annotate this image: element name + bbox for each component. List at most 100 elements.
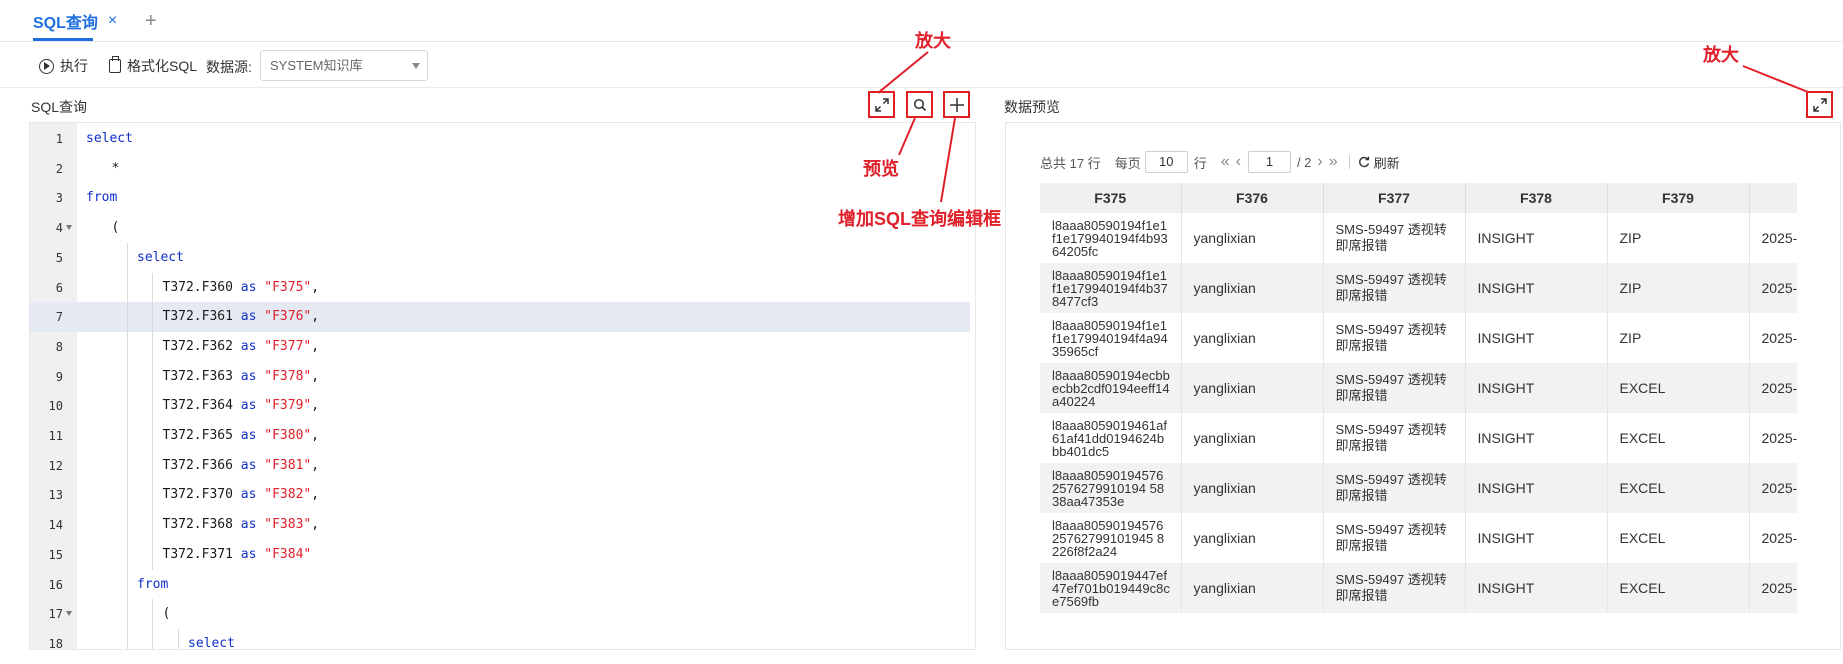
code-text: T372.F371 as "F384" xyxy=(163,540,312,570)
indent-guide xyxy=(126,539,128,570)
table-row[interactable]: l8aaa8059019457625762799101945 8226f8f2a… xyxy=(1040,513,1797,563)
column-header[interactable]: F378 xyxy=(1465,183,1608,213)
sql-editor[interactable]: 1 select 2 * 3 from 4(5 select 6 T372.F360 as "F3… xyxy=(29,122,976,650)
line-number: 9 xyxy=(55,369,63,384)
code-line[interactable]: 14 T372.F368 as "F383", xyxy=(30,510,970,541)
run-button[interactable]: 执行 xyxy=(39,53,88,79)
table-row[interactable]: l8aaa8059019447ef47ef701b019449c8ce7569f… xyxy=(1040,563,1797,613)
code-line[interactable]: 3 from xyxy=(30,183,970,213)
code-line[interactable]: 11 T372.F365 as "F380", xyxy=(30,421,970,451)
indent-guide xyxy=(126,242,128,273)
preview-button[interactable] xyxy=(906,91,933,118)
table-row[interactable]: l8aaa80590194f1e1f1e179940194f4b9364205f… xyxy=(1040,213,1797,263)
tab-sql-query[interactable]: SQL查询 × xyxy=(33,0,117,42)
code-text: from xyxy=(137,570,168,600)
sql-token: T372.F362 xyxy=(162,338,241,354)
sql-string: "F381" xyxy=(264,457,312,473)
code-line[interactable]: 2 * xyxy=(30,154,970,184)
sql-keyword: select xyxy=(86,131,133,146)
table-cell: 2025-09 xyxy=(1749,263,1797,313)
table-cell: INSIGHT xyxy=(1465,513,1608,563)
table-cell: yanglixian xyxy=(1181,263,1324,313)
tab-label[interactable]: SQL查询 xyxy=(33,9,98,33)
table-row[interactable]: l8aaa80590194f1e1f1e179940194f4b378477cf… xyxy=(1040,263,1797,313)
sql-token: T372.F370 xyxy=(162,487,241,503)
table-cell: yanglixian xyxy=(1181,563,1324,613)
code-line[interactable]: 5 select xyxy=(30,242,970,273)
indent-guide xyxy=(152,391,153,422)
indent-guide xyxy=(152,450,153,481)
sql-keyword: as xyxy=(240,457,257,473)
annotation-zoom-left: 放大 xyxy=(915,31,951,51)
datasource-select[interactable]: SYSTEM知识库 xyxy=(260,50,428,81)
code-line[interactable]: 7 T372.F361 as "F376", xyxy=(30,302,970,333)
pagination: 总共 17 行 每页 10 行 « ‹ 1 / 2 › » 刷新 xyxy=(1040,151,1400,173)
fold-arrow-icon[interactable] xyxy=(66,611,72,617)
expand-preview-button[interactable] xyxy=(1806,91,1833,118)
sql-string: "F379" xyxy=(264,398,312,414)
column-header[interactable]: F377 xyxy=(1323,183,1466,213)
chevron-down-icon xyxy=(412,63,420,69)
per-page-input[interactable]: 10 xyxy=(1144,151,1188,173)
code-line[interactable]: 8 T372.F362 as "F377", xyxy=(30,331,970,362)
code-line[interactable]: 18 select xyxy=(30,628,970,649)
clipboard-icon xyxy=(109,56,121,73)
sql-token: T372.F360 xyxy=(162,279,241,295)
code-line[interactable]: 13 T372.F370 as "F382", xyxy=(30,480,970,511)
table-cell: 2025-19 xyxy=(1749,563,1797,613)
sql-token: , xyxy=(311,487,320,503)
code-line[interactable]: 17 ( xyxy=(30,599,970,630)
column-header[interactable]: F xyxy=(1749,183,1797,213)
annotation-preview: 预览 xyxy=(863,159,899,179)
code-line[interactable]: 12 T372.F366 as "F381", xyxy=(30,450,970,481)
code-line[interactable]: 10 T372.F364 as "F379", xyxy=(30,391,970,422)
table-cell: INSIGHT xyxy=(1465,463,1608,513)
table-cell: SMS-59497 透视转即席报错 xyxy=(1323,363,1466,413)
table-cell: SMS-59497 透视转即席报错 xyxy=(1323,313,1466,363)
line-number: 7 xyxy=(55,310,63,325)
table-row[interactable]: l8aaa805901945762576279910194 5838aa4735… xyxy=(1040,463,1797,513)
code-text: T372.F364 as "F379", xyxy=(163,391,320,421)
code-line[interactable]: 6 T372.F360 as "F375", xyxy=(30,272,970,303)
code-line[interactable]: 1 select xyxy=(30,124,970,154)
expand-editor-button[interactable] xyxy=(868,91,895,118)
table-row[interactable]: l8aaa80590194f1e1f1e179940194f4a9435965c… xyxy=(1040,313,1797,363)
code-text: T372.F361 as "F376", xyxy=(163,302,320,332)
search-icon xyxy=(913,98,926,111)
table-cell: l8aaa80590194f1e1f1e179940194f4a9435965c… xyxy=(1040,313,1182,363)
sql-token: , xyxy=(311,457,320,473)
add-editor-button[interactable] xyxy=(943,91,970,118)
line-number: 1 xyxy=(55,132,63,146)
close-icon[interactable]: × xyxy=(108,12,117,30)
code-line[interactable]: 4( xyxy=(30,213,970,243)
indent-guide xyxy=(152,480,153,511)
prev-page-icon[interactable]: ‹ xyxy=(1236,153,1241,171)
refresh-button[interactable]: 刷新 xyxy=(1358,153,1400,172)
annotation-add-editor: 增加SQL查询编辑框 xyxy=(838,209,1002,229)
sql-token: T372.F366 xyxy=(162,457,241,473)
last-page-icon[interactable]: » xyxy=(1329,153,1338,171)
table-cell: INSIGHT xyxy=(1465,413,1608,463)
indent-guide xyxy=(126,331,128,362)
code-text: * xyxy=(112,154,120,184)
table-row[interactable]: l8aaa8059019461af61af41dd0194624bbb401dc… xyxy=(1040,413,1797,463)
table-row[interactable]: l8aaa80590194ecbbecbb2cdf0194eeff14a4022… xyxy=(1040,363,1797,413)
code-line[interactable]: 15 T372.F371 as "F384" xyxy=(30,539,970,570)
sql-keyword: as xyxy=(240,487,257,503)
column-header[interactable]: F379 xyxy=(1607,183,1750,213)
indent-guide xyxy=(152,628,153,649)
code-text: ( xyxy=(163,599,171,629)
sql-string: "F382" xyxy=(264,487,312,503)
table-cell: ZIP xyxy=(1607,213,1750,263)
column-header[interactable]: F376 xyxy=(1181,183,1324,213)
add-tab-icon[interactable]: + xyxy=(145,10,157,33)
fold-arrow-icon[interactable] xyxy=(66,225,72,231)
page-input[interactable]: 1 xyxy=(1247,151,1291,173)
next-page-icon[interactable]: › xyxy=(1317,153,1322,171)
format-sql-button[interactable]: 格式化SQL xyxy=(109,53,197,79)
code-line[interactable]: 9 T372.F363 as "F378", xyxy=(30,361,970,392)
line-number: 15 xyxy=(48,547,63,562)
first-page-icon[interactable]: « xyxy=(1221,153,1230,171)
column-header[interactable]: F375 xyxy=(1040,183,1182,213)
code-line[interactable]: 16 from xyxy=(30,569,970,600)
